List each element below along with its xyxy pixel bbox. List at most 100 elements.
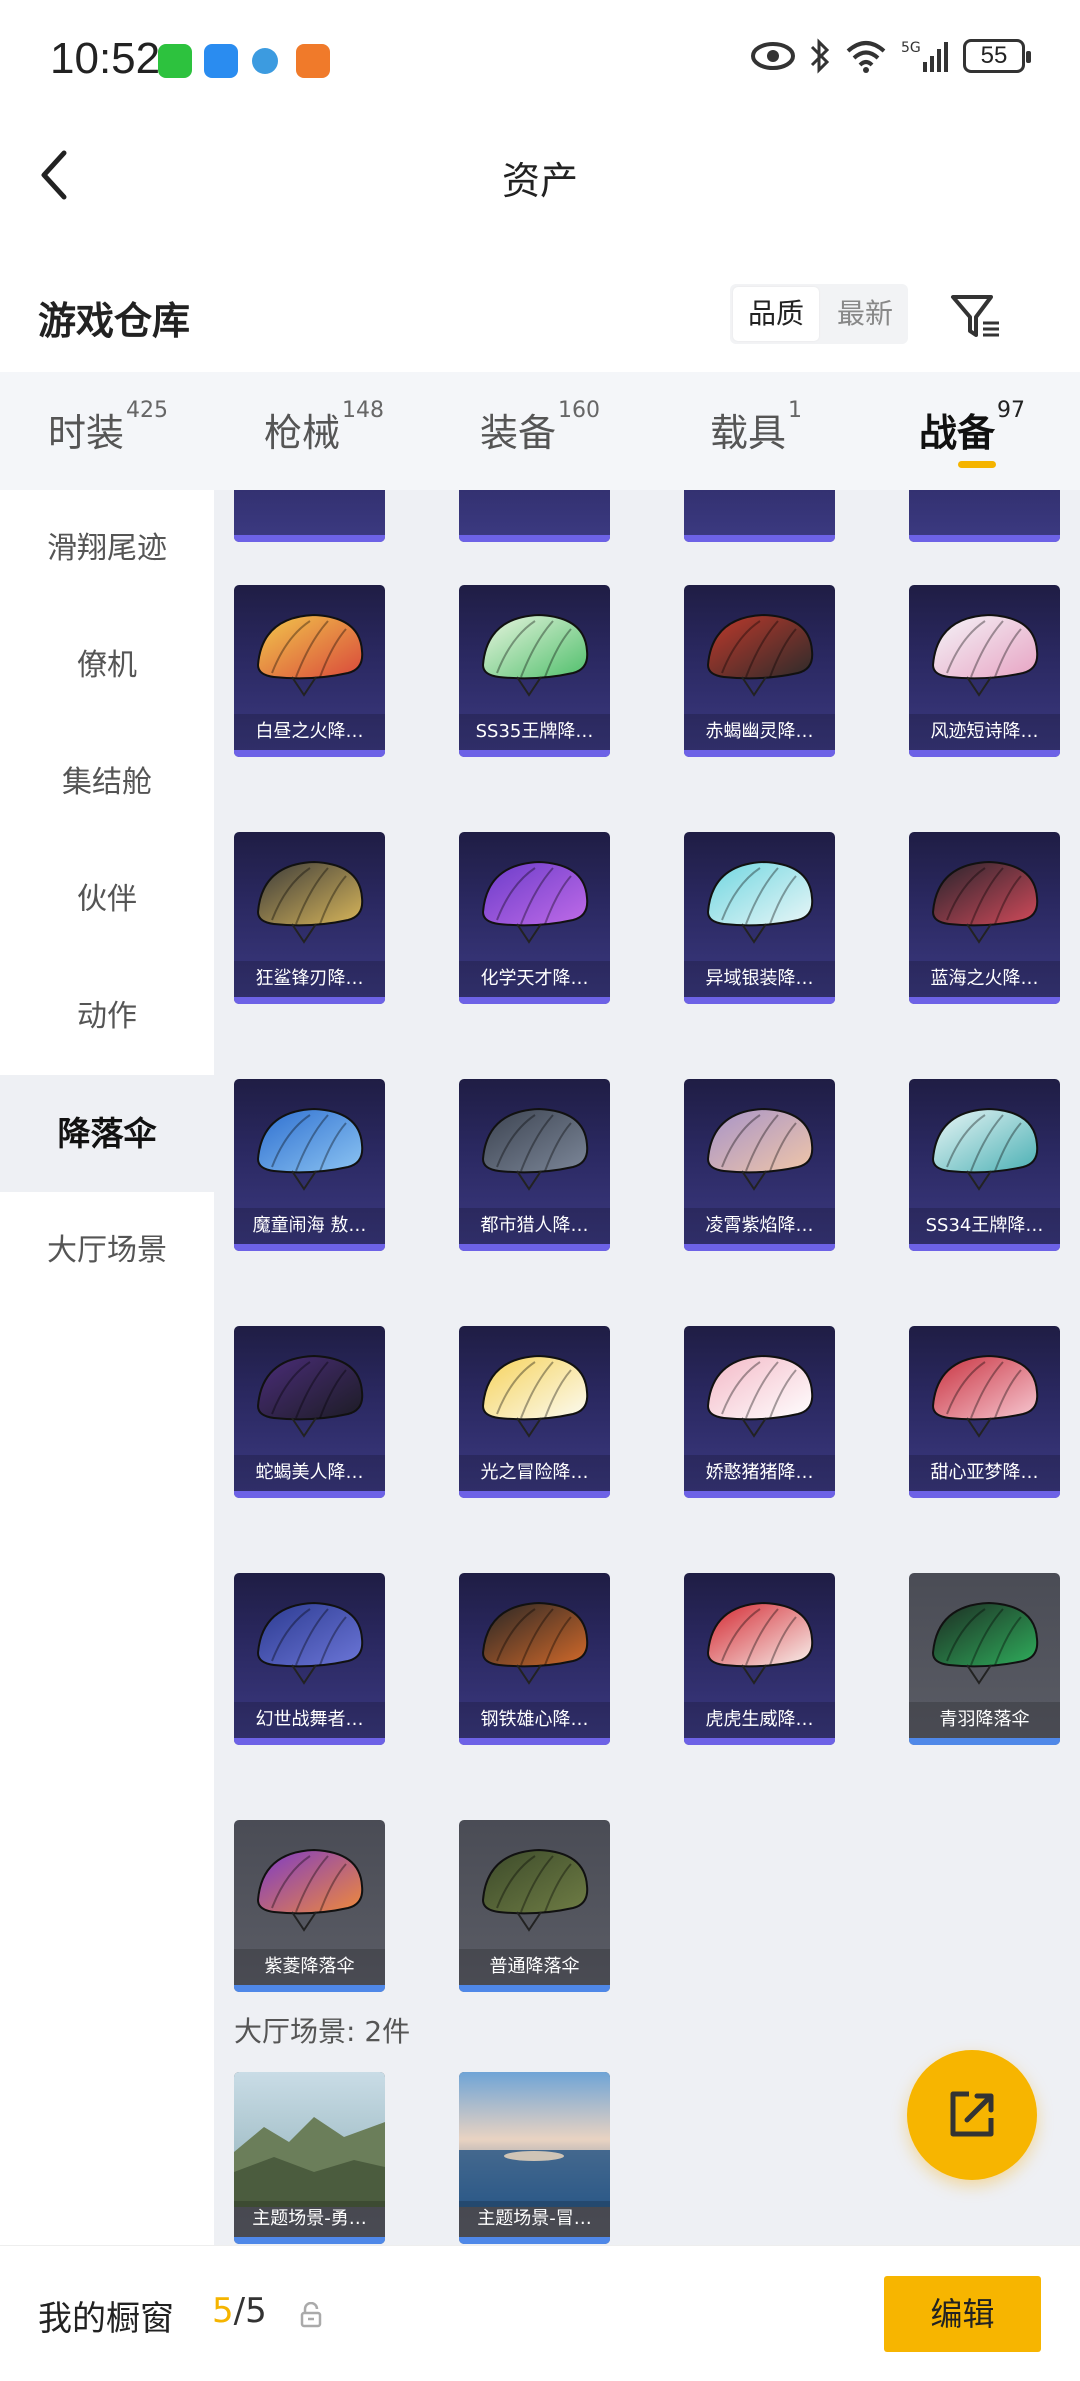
rarity-bar [459, 2237, 610, 2244]
sidebar-item-glide-trail[interactable]: 滑翔尾迹 [0, 490, 214, 607]
rarity-bar [684, 1244, 835, 1251]
parachute-art [706, 1107, 814, 1191]
parachute-card[interactable]: 风迹短诗降… [909, 585, 1060, 757]
parachute-card[interactable]: SS34王牌降… [909, 1079, 1060, 1251]
item-card-partial[interactable] [234, 490, 385, 542]
edit-button[interactable]: 编辑 [884, 2276, 1041, 2352]
parachute-card[interactable]: 狂鲨锋刃降… [234, 832, 385, 1004]
parachute-card[interactable]: 甜心亚梦降… [909, 1326, 1060, 1498]
parachute-art [481, 1848, 589, 1932]
card-label: 光之冒险降… [459, 1455, 610, 1491]
card-label: 蓝海之火降… [909, 961, 1060, 997]
parachute-card[interactable]: 赤蝎幽灵降… [684, 585, 835, 757]
parachute-art [931, 1601, 1039, 1685]
sidebar-item-companion[interactable]: 伙伴 [0, 841, 214, 958]
card-label: 赤蝎幽灵降… [684, 714, 835, 750]
sidebar-item-lobby-scene[interactable]: 大厅场景 [0, 1192, 214, 1309]
card-label: 甜心亚梦降… [909, 1455, 1060, 1491]
parachute-card[interactable]: 蛇蝎美人降… [234, 1326, 385, 1498]
scene-card[interactable]: 主题场景-勇… [234, 2072, 385, 2244]
card-label: 风迹短诗降… [909, 714, 1060, 750]
sidebar-item-emote[interactable]: 动作 [0, 958, 214, 1075]
showcase-label: 我的橱窗 [38, 2299, 174, 2339]
status-indicators: 5G 55 [751, 38, 1031, 74]
tab-label: 枪械 [263, 411, 340, 455]
parachute-art [706, 1354, 814, 1438]
card-label: 异域银装降… [684, 961, 835, 997]
rarity-bar [234, 2237, 385, 2244]
scene-card[interactable]: 主题场景-冒… [459, 2072, 610, 2244]
rarity-bar [459, 1985, 610, 1992]
parachute-art [481, 613, 589, 697]
sidebar-item-wingman[interactable]: 僚机 [0, 607, 214, 724]
item-card-partial[interactable] [459, 490, 610, 542]
card-label: SS35王牌降… [459, 714, 610, 750]
sort-toggle: 品质 最新 [730, 284, 908, 344]
rarity-bar [459, 997, 610, 1004]
sort-newest-button[interactable]: 最新 [822, 284, 908, 344]
item-card-partial[interactable] [684, 490, 835, 542]
card-label: 白昼之火降… [234, 714, 385, 750]
parachute-card[interactable]: 紫菱降落伞 [234, 1820, 385, 1992]
rarity-bar [684, 535, 835, 542]
parachute-card[interactable]: 娇憨猪猪降… [684, 1326, 835, 1498]
card-label: 都市猎人降… [459, 1208, 610, 1244]
rarity-bar [459, 1491, 610, 1498]
tab-vehicles[interactable]: 载具1 [648, 372, 864, 490]
rarity-bar [684, 997, 835, 1004]
sidebar-item-parachute[interactable]: 降落伞 [0, 1075, 214, 1192]
wifi-icon [846, 41, 886, 73]
parachute-card[interactable]: SS35王牌降… [459, 585, 610, 757]
parachute-card[interactable]: 青羽降落伞 [909, 1573, 1060, 1745]
rarity-bar [234, 997, 385, 1004]
tab-label: 装备 [479, 411, 556, 455]
parachute-card[interactable]: 蓝海之火降… [909, 832, 1060, 1004]
page-title: 资产 [501, 159, 578, 203]
item-card-partial[interactable] [909, 490, 1060, 542]
parachute-card[interactable]: 钢铁雄心降… [459, 1573, 610, 1745]
card-label: 紫菱降落伞 [234, 1949, 385, 1985]
card-label: 幻世战舞者… [234, 1702, 385, 1738]
parachute-card[interactable]: 白昼之火降… [234, 585, 385, 757]
tab-label: 战备 [918, 411, 995, 455]
tab-weapons[interactable]: 枪械148 [216, 372, 432, 490]
showcase-total: /5 [233, 2291, 267, 2331]
rarity-bar [234, 1244, 385, 1251]
parachute-card[interactable]: 光之冒险降… [459, 1326, 610, 1498]
sort-quality-button[interactable]: 品质 [733, 287, 819, 341]
parachute-art [931, 1354, 1039, 1438]
parachute-art [481, 1354, 589, 1438]
sidebar-item-pod[interactable]: 集结舱 [0, 724, 214, 841]
parachute-art [481, 1107, 589, 1191]
tab-equipment[interactable]: 装备160 [432, 372, 648, 490]
card-label: 魔童闹海 敖… [234, 1208, 385, 1244]
lobby-scene-header: 大厅场景: 2件 [234, 2015, 411, 2048]
parachute-card[interactable]: 都市猎人降… [459, 1079, 610, 1251]
rarity-bar [234, 535, 385, 542]
parachute-card[interactable]: 魔童闹海 敖… [234, 1079, 385, 1251]
active-tab-indicator [958, 461, 996, 468]
svg-text:5G: 5G [901, 40, 921, 56]
filter-icon[interactable] [945, 285, 1005, 345]
parachute-card[interactable]: 幻世战舞者… [234, 1573, 385, 1745]
parachute-card[interactable]: 异域银装降… [684, 832, 835, 1004]
parachute-card[interactable]: 凌霄紫焰降… [684, 1079, 835, 1251]
status-bar: 10:52 5G 55 [0, 0, 1080, 125]
tab-outfits[interactable]: 时装425 [0, 372, 216, 490]
rarity-bar [909, 750, 1060, 757]
rarity-bar [234, 1491, 385, 1498]
tab-count: 148 [342, 398, 384, 423]
parachute-card[interactable]: 化学天才降… [459, 832, 610, 1004]
tab-count: 160 [558, 398, 600, 423]
category-tabs: 时装425 枪械148 装备160 载具1 战备97 [0, 372, 1080, 490]
tab-battle-prep[interactable]: 战备97 [864, 372, 1080, 490]
status-time: 10:52 [50, 34, 161, 83]
share-button[interactable] [907, 2050, 1037, 2180]
parachute-card[interactable]: 普通降落伞 [459, 1820, 610, 1992]
rarity-bar [234, 1985, 385, 1992]
parachute-art [256, 1354, 364, 1438]
browser-icon [252, 48, 278, 74]
signal-icon: 5G [901, 40, 948, 72]
parachute-card[interactable]: 虎虎生威降… [684, 1573, 835, 1745]
parachute-art [256, 613, 364, 697]
